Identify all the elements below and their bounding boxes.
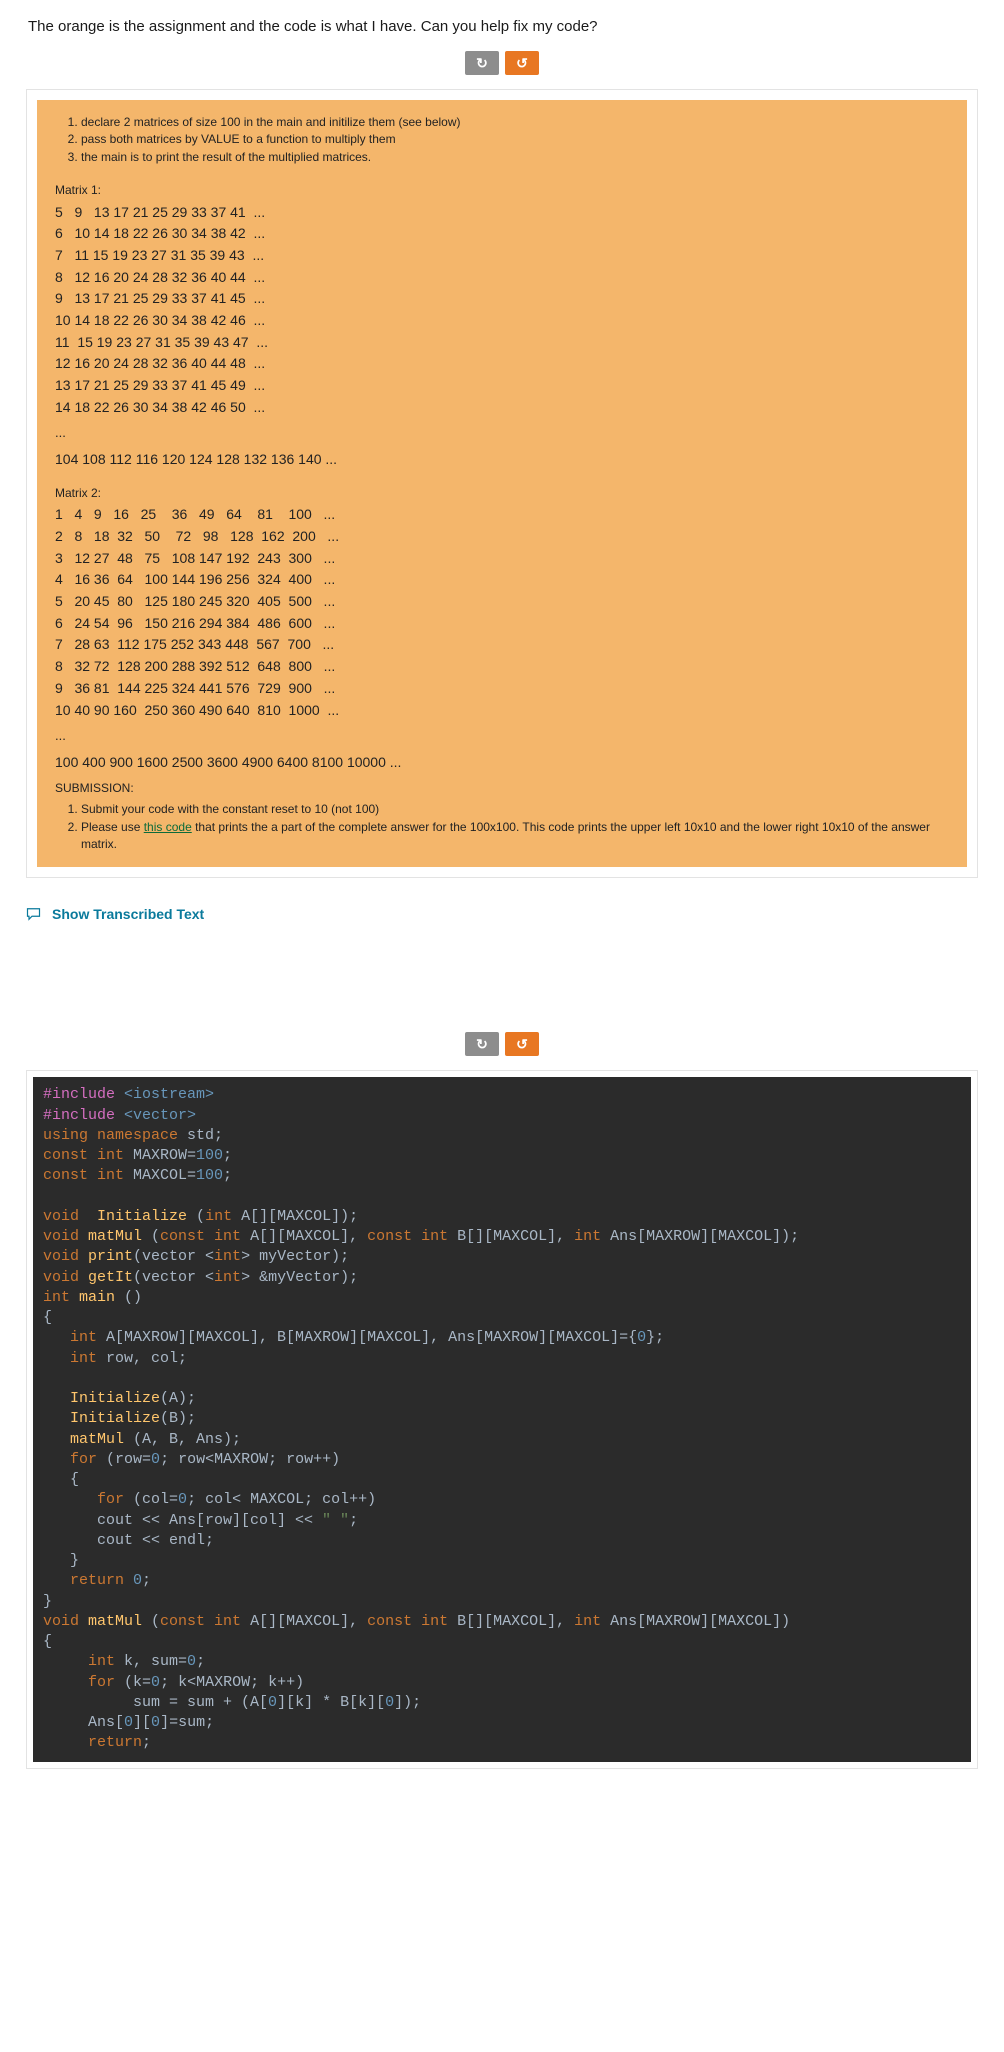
assignment-card: declare 2 matrices of size 100 in the ma… — [26, 89, 978, 878]
matrix-row: 5 9 13 17 21 25 29 33 37 41 ... — [55, 202, 949, 224]
matrix-row: 6 24 54 96 150 216 294 384 486 600 ... — [55, 613, 949, 635]
assignment-step: pass both matrices by VALUE to a functio… — [81, 131, 949, 148]
matrix-row: 1 4 9 16 25 36 49 64 81 100 ... — [55, 504, 949, 526]
submission-item-1: Submit your code with the constant reset… — [81, 801, 949, 818]
toolbar-2: ↻ ↺ — [0, 1026, 1004, 1066]
matrix-row: 5 20 45 80 125 180 245 320 405 500 ... — [55, 591, 949, 613]
matrix-row: 14 18 22 26 30 34 38 42 46 50 ... — [55, 397, 949, 419]
matrix1-ellipsis: ... — [55, 424, 949, 443]
code-card: #include <iostream> #include <vector> us… — [26, 1070, 978, 1768]
matrix-row: 4 16 36 64 100 144 196 256 324 400 ... — [55, 569, 949, 591]
toolbar-1: ↻ ↺ — [0, 45, 1004, 85]
submission-item-2: Please use this code that prints the a p… — [81, 819, 949, 854]
submission-item-2-suffix: that prints the a part of the complete a… — [81, 820, 930, 851]
matrix-row: 7 28 63 112 175 252 343 448 567 700 ... — [55, 634, 949, 656]
submission-heading: SUBMISSION: — [55, 780, 949, 797]
matrix-row: 6 10 14 18 22 26 30 34 38 42 ... — [55, 223, 949, 245]
matrix-row: 8 12 16 20 24 28 32 36 40 44 ... — [55, 267, 949, 289]
matrix1-last-row: 104 108 112 116 120 124 128 132 136 140 … — [55, 449, 949, 471]
matrix-row: 8 32 72 128 200 288 392 512 648 800 ... — [55, 656, 949, 678]
matrix-row: 10 14 18 22 26 30 34 38 42 46 ... — [55, 310, 949, 332]
show-transcribed-text-button[interactable]: Show Transcribed Text — [0, 902, 1004, 946]
assignment-orange-box: declare 2 matrices of size 100 in the ma… — [37, 100, 967, 867]
this-code-link[interactable]: this code — [144, 820, 192, 834]
matrix1-rows: 5 9 13 17 21 25 29 33 37 41 ...6 10 14 1… — [55, 202, 949, 419]
submission-item-2-prefix: Please use — [81, 820, 144, 834]
matrix-row: 13 17 21 25 29 33 37 41 45 49 ... — [55, 375, 949, 397]
matrix2-label: Matrix 2: — [55, 485, 949, 502]
matrix-row: 9 36 81 144 225 324 441 576 729 900 ... — [55, 678, 949, 700]
matrix-row: 7 11 15 19 23 27 31 35 39 43 ... — [55, 245, 949, 267]
assignment-steps: declare 2 matrices of size 100 in the ma… — [55, 114, 949, 166]
refresh-button[interactable]: ↻ — [465, 51, 499, 75]
matrix2-ellipsis: ... — [55, 727, 949, 746]
matrix-row: 3 12 27 48 75 108 147 192 243 300 ... — [55, 548, 949, 570]
code-block[interactable]: #include <iostream> #include <vector> us… — [33, 1077, 971, 1761]
question-text: The orange is the assignment and the cod… — [0, 0, 1004, 45]
matrix-row: 10 40 90 160 250 360 490 640 810 1000 ..… — [55, 700, 949, 722]
matrix-row: 2 8 18 32 50 72 98 128 162 200 ... — [55, 526, 949, 548]
assignment-step: declare 2 matrices of size 100 in the ma… — [81, 114, 949, 131]
matrix2-last-row: 100 400 900 1600 2500 3600 4900 6400 810… — [55, 752, 949, 774]
refresh-button-2[interactable]: ↻ — [465, 1032, 499, 1056]
matrix-row: 11 15 19 23 27 31 35 39 43 47 ... — [55, 332, 949, 354]
submission-list: Submit your code with the constant reset… — [55, 801, 949, 853]
matrix-row: 9 13 17 21 25 29 33 37 41 45 ... — [55, 288, 949, 310]
matrix-row: 12 16 20 24 28 32 36 40 44 48 ... — [55, 353, 949, 375]
show-transcribed-text-label: Show Transcribed Text — [52, 906, 204, 922]
matrix2-rows: 1 4 9 16 25 36 49 64 81 100 ...2 8 18 32… — [55, 504, 949, 721]
redo-button[interactable]: ↺ — [505, 51, 539, 75]
redo-button-2[interactable]: ↺ — [505, 1032, 539, 1056]
matrix1-label: Matrix 1: — [55, 182, 949, 199]
assignment-step: the main is to print the result of the m… — [81, 149, 949, 166]
chat-icon — [26, 907, 44, 921]
